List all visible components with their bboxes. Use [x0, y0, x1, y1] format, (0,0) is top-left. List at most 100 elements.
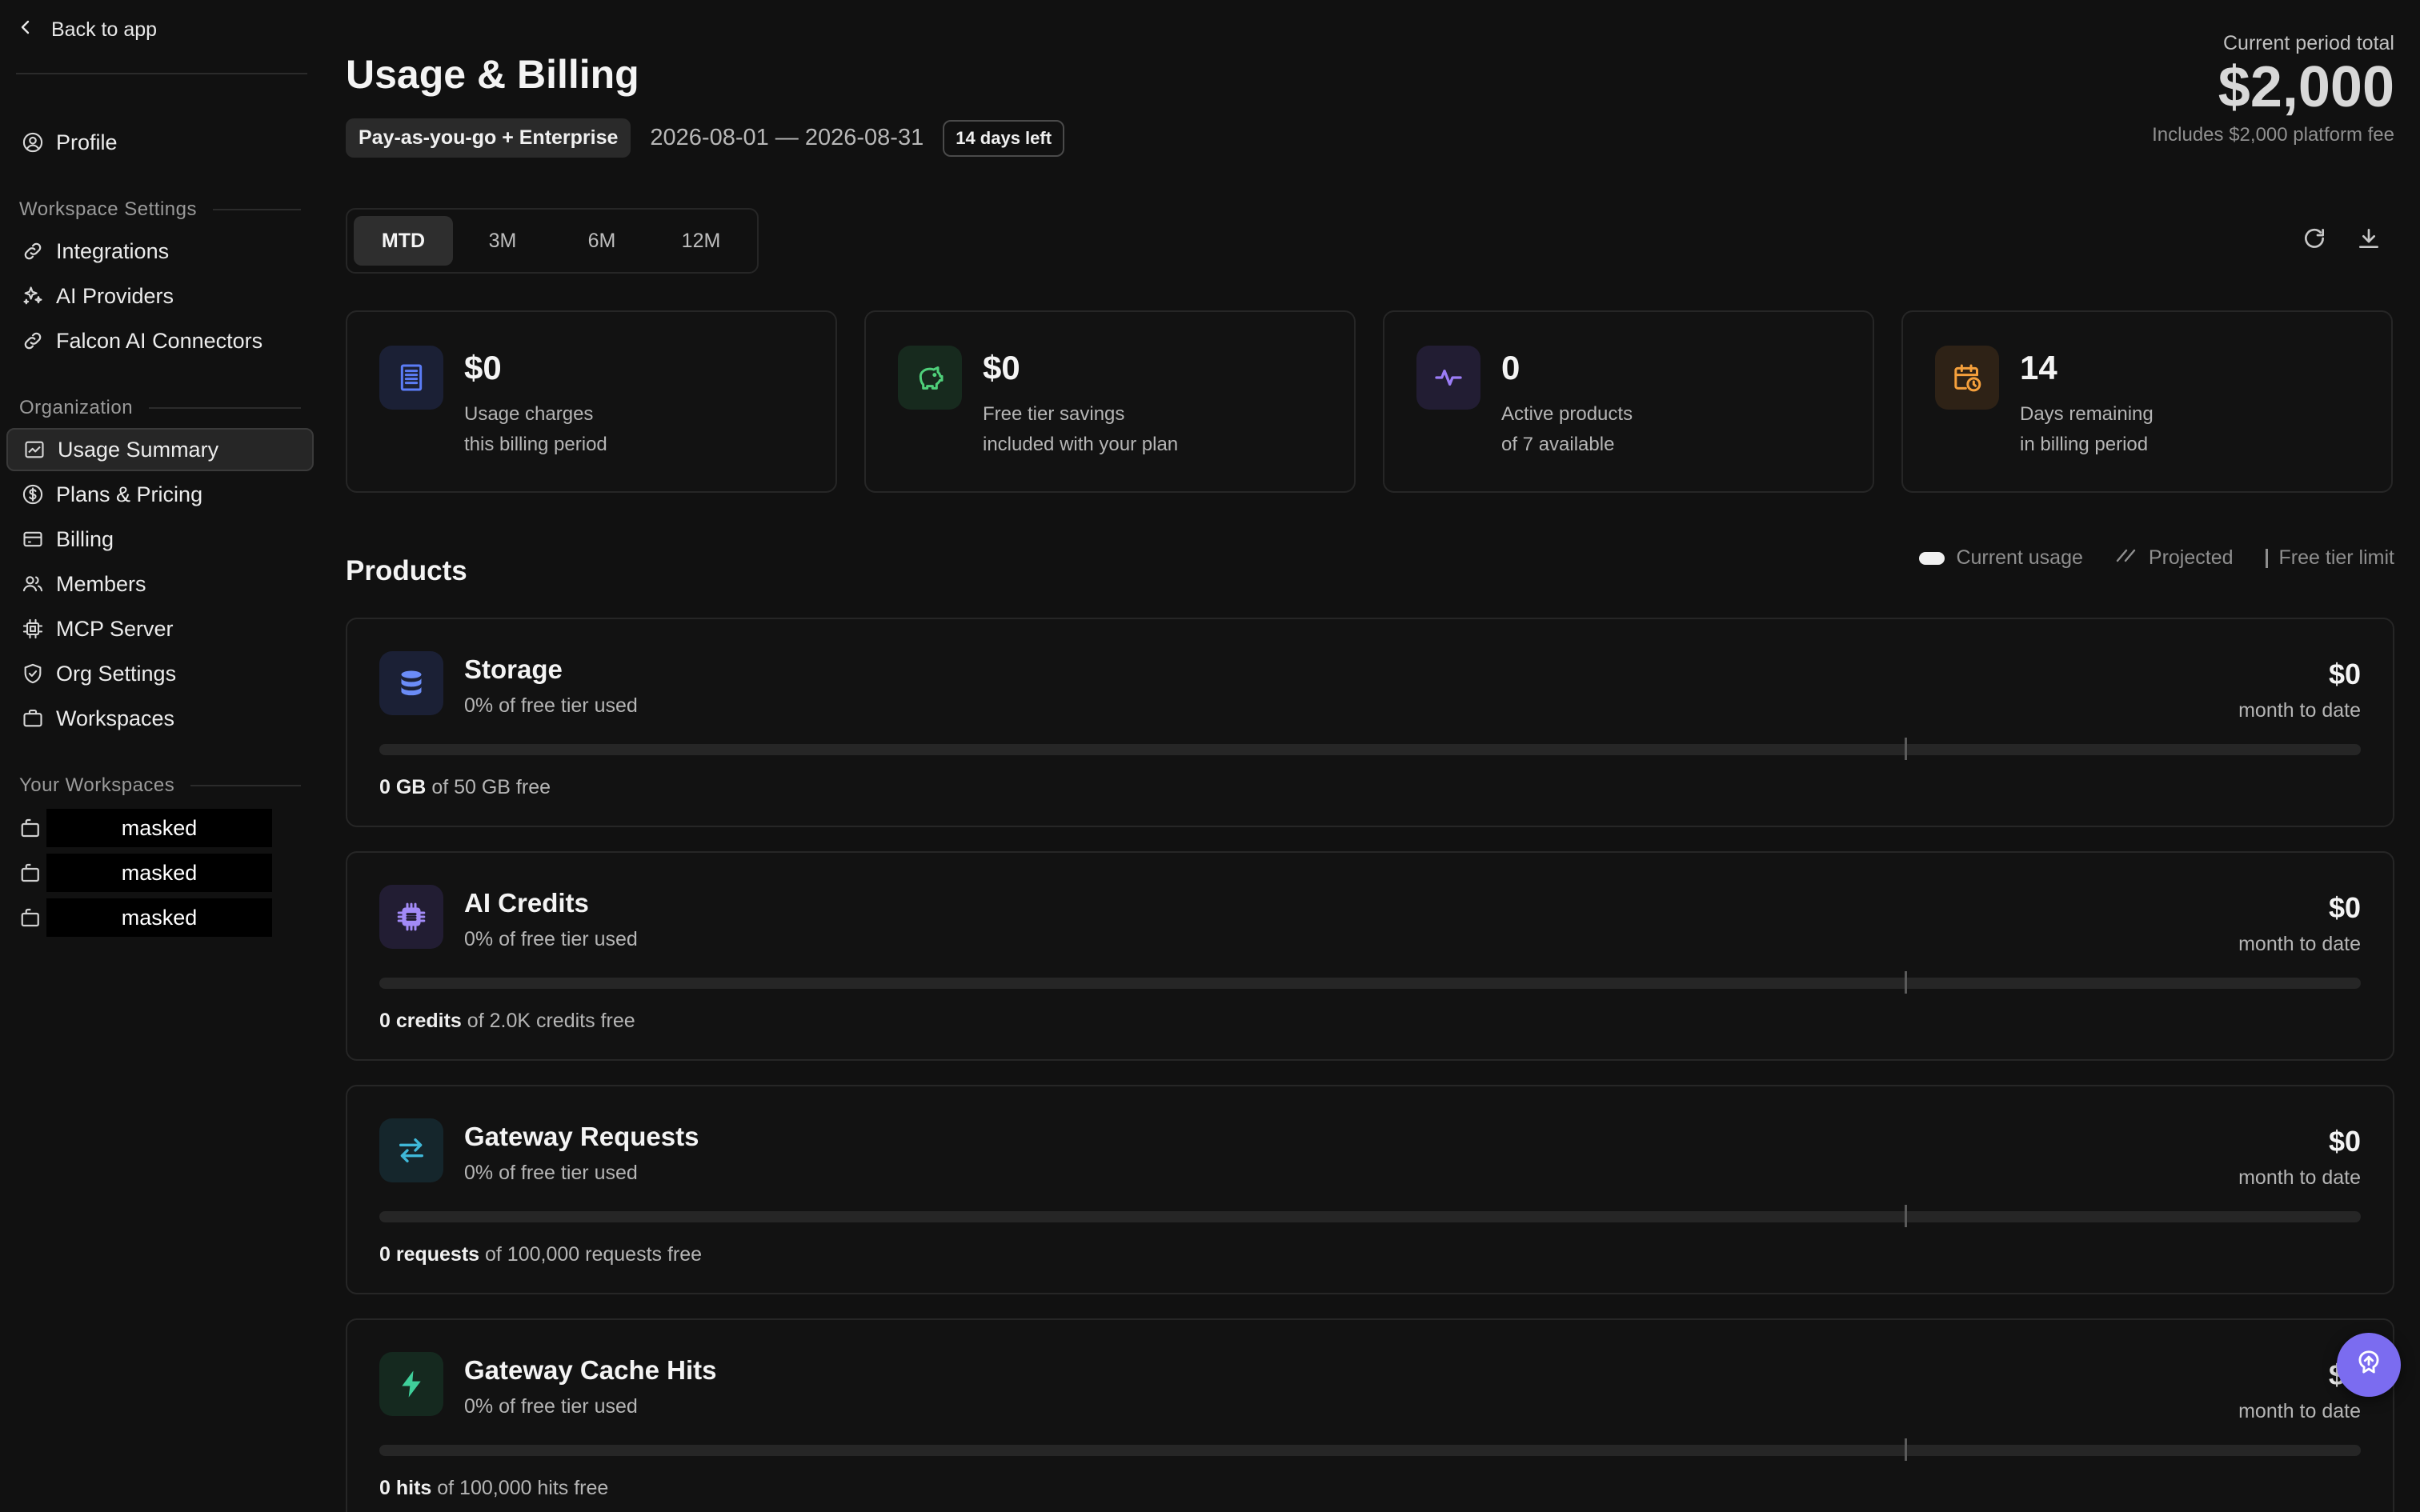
free-tier-limit-marker [1905, 971, 1907, 994]
usage-progress-bar [379, 971, 2361, 994]
briefcase-icon [19, 816, 43, 840]
period-total-label: Current period total [2222, 32, 2394, 54]
support-chat-button[interactable] [2337, 1333, 2401, 1397]
workspace-item[interactable]: masked [19, 808, 272, 848]
sidebar-item-billing[interactable]: Billing [6, 518, 314, 561]
stat-sublabel: of 7 available [1501, 434, 1615, 455]
quota-used: 0 GB [379, 776, 427, 798]
refresh-icon [2302, 226, 2327, 255]
download-icon [2356, 226, 2382, 255]
quota-used: 0 requests [379, 1243, 480, 1266]
product-amount: $0 [2328, 658, 2361, 690]
user-circle-icon [21, 130, 45, 154]
stat-cards: $0 Usage charges this billing period $0 … [346, 310, 2394, 493]
users-icon [21, 572, 45, 596]
workspace-name: masked [46, 809, 272, 847]
section-heading: Workspace Settings [19, 198, 197, 220]
sidebar-item-ai-providers[interactable]: AI Providers [6, 274, 314, 318]
free-tier-limit-marker [1905, 1205, 1907, 1227]
product-usage-percent: 0% of free tier used [464, 1395, 638, 1418]
sparkles-icon [21, 284, 45, 308]
tab-3m[interactable]: 3M [453, 216, 552, 266]
period-tabs: MTD 3M 6M 12M [346, 208, 759, 274]
section-heading: Organization [19, 397, 134, 418]
section-divider [190, 785, 301, 786]
stat-sublabel: in billing period [2020, 434, 2149, 455]
tab-mtd[interactable]: MTD [354, 216, 453, 266]
stat-label: Usage charges [464, 403, 594, 425]
products-heading: Products [346, 555, 467, 586]
chart-icon [22, 438, 46, 462]
stat-card-active-products: 0 Active products of 7 available [1383, 310, 1874, 493]
section-divider [149, 407, 301, 409]
stat-value: 0 [1501, 349, 1521, 386]
product-card-gateway-requests: Gateway Requests 0% of free tier used $0… [346, 1085, 2394, 1294]
product-amount: $0 [2328, 1125, 2361, 1158]
product-usage-percent: 0% of free tier used [464, 694, 638, 717]
product-name: Gateway Requests [464, 1122, 699, 1151]
refresh-button[interactable] [2298, 224, 2330, 256]
app: Back to app Profile Workspace Settings I… [0, 0, 2420, 1512]
sidebar-item-label: MCP Server [56, 616, 174, 641]
product-period: month to date [2238, 699, 2361, 722]
quota-total: of 100,000 requests free [485, 1243, 703, 1266]
workspace-item[interactable]: masked [19, 898, 272, 938]
legend-projected: Projected [2115, 546, 2234, 570]
period-total-value: $2,000 [2218, 55, 2394, 119]
section-organization: Organization [19, 397, 301, 419]
product-card-gateway-cache-hits: Gateway Cache Hits 0% of free tier used … [346, 1318, 2394, 1512]
stat-value: 14 [2020, 349, 2057, 386]
sidebar-item-org-settings[interactable]: Org Settings [6, 652, 314, 695]
page-title: Usage & Billing [346, 52, 639, 97]
legend-current-usage: Current usage [1919, 546, 2083, 570]
sidebar-item-label: Usage Summary [58, 437, 219, 462]
shield-check-icon [21, 662, 45, 686]
database-icon [379, 651, 443, 715]
stat-sublabel: included with your plan [983, 434, 1179, 455]
tab-6m[interactable]: 6M [552, 216, 651, 266]
usage-progress-bar [379, 1205, 2361, 1227]
hatch-icon [2115, 546, 2138, 570]
sidebar-item-falcon-ai-connectors[interactable]: Falcon AI Connectors [6, 319, 314, 362]
period-total-note: Includes $2,000 platform fee [2152, 124, 2394, 146]
briefcase-icon [21, 706, 45, 730]
sidebar-item-label: Profile [56, 130, 118, 154]
legend-limit-marker [2265, 548, 2268, 568]
tab-12m[interactable]: 12M [651, 216, 751, 266]
download-button[interactable] [2353, 224, 2385, 256]
link-icon [21, 329, 45, 353]
sidebar-item-integrations[interactable]: Integrations [6, 230, 314, 273]
briefcase-icon [19, 861, 43, 885]
product-card-storage: Storage 0% of free tier used $0 month to… [346, 618, 2394, 827]
sidebar-item-plans-pricing[interactable]: Plans & Pricing [6, 473, 314, 516]
usage-progress-bar [379, 1438, 2361, 1461]
calendar-clock-icon [1935, 346, 1999, 410]
legend-label: Free tier limit [2278, 546, 2394, 569]
workspace-item[interactable]: masked [19, 853, 272, 893]
sidebar-item-label: Org Settings [56, 661, 177, 686]
workspace-name: masked [46, 898, 272, 937]
period-total: Current period total $2,000 Includes $2,… [2152, 32, 2394, 146]
sidebar-item-profile[interactable]: Profile [6, 121, 314, 164]
product-usage-percent: 0% of free tier used [464, 928, 638, 950]
back-to-app-link[interactable]: Back to app [16, 18, 157, 42]
product-quota: 0 hits of 100,000 hits free [379, 1477, 608, 1500]
billing-date-range: 2026-08-01 — 2026-08-31 [650, 125, 924, 150]
stat-sublabel: this billing period [464, 434, 607, 455]
sidebar-item-label: Falcon AI Connectors [56, 328, 263, 353]
product-name: Storage [464, 654, 563, 684]
stat-card-days-remaining: 14 Days remaining in billing period [1901, 310, 2393, 493]
free-tier-limit-marker [1905, 738, 1907, 760]
sidebar-item-label: Members [56, 571, 146, 596]
sidebar-item-label: Workspaces [56, 706, 175, 730]
legend-label: Projected [2148, 546, 2234, 569]
product-card-ai-credits: AI Credits 0% of free tier used $0 month… [346, 851, 2394, 1061]
stat-card-usage-charges: $0 Usage charges this billing period [346, 310, 837, 493]
sidebar-item-mcp-server[interactable]: MCP Server [6, 607, 314, 650]
sidebar-item-workspaces[interactable]: Workspaces [6, 697, 314, 740]
chip-icon [21, 617, 45, 641]
sidebar-item-usage-summary[interactable]: Usage Summary [6, 428, 314, 471]
main-content: Usage & Billing Pay-as-you-go + Enterpri… [346, 0, 2394, 1512]
link-icon [21, 239, 45, 263]
sidebar-item-members[interactable]: Members [6, 562, 314, 606]
